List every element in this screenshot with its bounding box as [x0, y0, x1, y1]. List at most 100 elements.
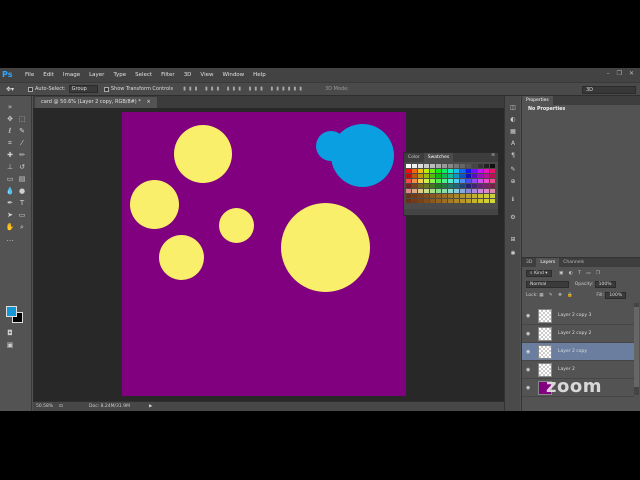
visibility-eye-icon[interactable]: ◉ [526, 367, 532, 373]
layers-scrollbar-thumb[interactable] [634, 307, 639, 387]
clone-stamp-tool-icon[interactable]: ⊥ [4, 162, 16, 172]
pen-tool-icon[interactable]: ✒ [4, 198, 16, 208]
quick-mask-icon[interactable]: ◘ [4, 328, 16, 338]
layer-row[interactable]: ◉ Layer 2 copy 2 [522, 325, 634, 343]
zoom-tool-icon[interactable]: ⌕ [16, 222, 28, 232]
tab-color[interactable]: Color [404, 153, 424, 162]
document-canvas[interactable] [122, 112, 406, 396]
opacity-field[interactable]: 100% [594, 281, 616, 288]
auto-select-dropdown[interactable]: Group [68, 85, 98, 93]
options-bar: ✥▾ Auto-Select: Group Show Transform Con… [0, 82, 640, 96]
document-tab[interactable]: card @ 50.6% (Layer 2 copy, RGB/8#) * × [35, 97, 157, 108]
menu-file[interactable]: File [25, 72, 34, 78]
yellow-circle[interactable] [130, 180, 179, 229]
brush-tool-icon[interactable]: ✏ [16, 150, 28, 160]
healing-tool-icon[interactable]: ✚ [4, 150, 16, 160]
zoom-watermark: zoom [546, 376, 602, 397]
collapse-icon[interactable]: » [4, 102, 16, 112]
foreground-color-swatch[interactable] [6, 306, 17, 317]
dodge-tool-icon[interactable]: ● [16, 186, 28, 196]
gradient-tool-icon[interactable]: ▤ [16, 174, 28, 184]
timeline-panel-icon[interactable]: ⊞ [508, 236, 518, 244]
visibility-eye-icon[interactable]: ◉ [526, 331, 532, 337]
document-tab-bar: card @ 50.6% (Layer 2 copy, RGB/8#) * × [33, 96, 520, 108]
yellow-circle[interactable] [174, 125, 232, 183]
edit-toolbar-icon[interactable]: … [4, 234, 16, 244]
layer-row[interactable]: ◉ Layer 2 copy 3 [522, 307, 634, 325]
menu-edit[interactable]: Edit [43, 72, 54, 78]
close-icon[interactable]: ✕ [629, 70, 634, 77]
hand-tool-icon[interactable]: ✋ [4, 222, 16, 232]
workspace-dropdown[interactable]: 3D [582, 86, 636, 94]
type-tool-icon[interactable]: T [16, 198, 28, 208]
menu-window[interactable]: Window [222, 72, 244, 78]
brush-panel-icon[interactable]: ✎ [508, 166, 518, 174]
tab-3d[interactable]: 3D [522, 258, 536, 267]
auto-select-checkbox[interactable] [28, 86, 33, 92]
blur-tool-icon[interactable]: 💧 [4, 186, 16, 196]
lock-label: Lock: [526, 293, 538, 298]
tool-presets-panel-icon[interactable]: ⚙ [508, 214, 518, 222]
blend-mode-dropdown[interactable]: Normal [526, 281, 570, 288]
filter-icons[interactable]: ▣ ◐ T ▭ ❐ [559, 271, 602, 276]
layer-name: Layer 2 copy 3 [558, 313, 592, 318]
history-panel-icon[interactable]: ◫ [508, 104, 518, 112]
shape-tool-icon[interactable]: ▭ [16, 210, 28, 220]
menu-view[interactable]: View [200, 72, 213, 78]
menu-image[interactable]: Image [63, 72, 80, 78]
menu-help[interactable]: Help [253, 72, 266, 78]
swatch-cell[interactable] [490, 199, 496, 204]
adjustments-panel-icon[interactable]: ◐ [508, 116, 518, 124]
show-transform-checkbox[interactable] [103, 86, 109, 92]
restore-icon[interactable]: ❐ [617, 70, 622, 77]
tab-layers[interactable]: Layers [536, 258, 560, 267]
crop-tool-icon[interactable]: ⌗ [4, 138, 16, 148]
lasso-tool-icon[interactable]: ℓ [4, 126, 16, 136]
tab-properties[interactable]: Properties [522, 96, 553, 105]
minimize-icon[interactable]: – [607, 70, 610, 77]
zoom-level[interactable]: 50.58% [36, 402, 53, 411]
visibility-eye-icon[interactable]: ◉ [526, 385, 532, 391]
paragraph-panel-icon[interactable]: ¶ [508, 152, 518, 160]
notes-panel-icon[interactable]: ✱ [508, 250, 518, 258]
character-panel-icon[interactable]: A [508, 140, 518, 148]
move-tool-preset-icon[interactable]: ✥▾ [6, 86, 22, 93]
menu-type[interactable]: Type [113, 72, 126, 78]
menu-filter[interactable]: Filter [161, 72, 175, 78]
menu-layer[interactable]: Layer [89, 72, 104, 78]
history-brush-tool-icon[interactable]: ↺ [16, 162, 28, 172]
close-tab-icon[interactable]: × [146, 99, 150, 105]
layers-scrollbar[interactable] [634, 303, 639, 395]
visibility-eye-icon[interactable]: ◉ [526, 349, 532, 355]
info-panel-icon[interactable]: ℹ [508, 196, 518, 204]
eraser-tool-icon[interactable]: ▭ [4, 174, 16, 184]
menu-3d[interactable]: 3D [184, 72, 192, 78]
status-menu-icon[interactable]: ▶ [149, 402, 152, 411]
panel-menu-icon[interactable]: ≡ [491, 153, 498, 162]
yellow-circle[interactable] [219, 208, 254, 243]
lock-row: Lock: ▦ ✎ ✥ 🔒 Fill: 100% [526, 292, 627, 299]
tab-swatches[interactable]: Swatches [423, 153, 454, 162]
blue-circle[interactable] [331, 124, 394, 187]
marquee-tool-icon[interactable]: ⬚ [16, 114, 28, 124]
align-icons[interactable]: ▮▮▮ ▮▮▮ ▮▮▮ ▮▮▮ ▮▮▮▮▮▮ [183, 86, 305, 92]
layer-row-selected[interactable]: ◉ Layer 2 copy [522, 343, 634, 361]
layer-filter-dropdown[interactable]: ⌕ Kind ▾ [526, 270, 552, 277]
show-transform-label: Show Transform Controls [110, 86, 174, 92]
visibility-eye-icon[interactable]: ◉ [526, 313, 532, 319]
path-select-tool-icon[interactable]: ➤ [4, 210, 16, 220]
yellow-circle[interactable] [159, 235, 204, 280]
move-tool-icon[interactable]: ✥ [4, 114, 16, 124]
quick-select-tool-icon[interactable]: ✎ [16, 126, 28, 136]
opacity-label: Opacity: [574, 282, 594, 287]
screen-mode-icon[interactable]: ▣ [4, 340, 16, 350]
eyedropper-tool-icon[interactable]: ⁄ [16, 138, 28, 148]
menu-select[interactable]: Select [135, 72, 152, 78]
styles-panel-icon[interactable]: ▦ [508, 128, 518, 136]
lock-icons[interactable]: ▦ ✎ ✥ 🔒 [539, 293, 575, 298]
clone-source-panel-icon[interactable]: ⊕ [508, 178, 518, 186]
tab-channels[interactable]: Channels [559, 258, 588, 267]
fill-field[interactable]: 100% [605, 292, 627, 299]
yellow-circle[interactable] [281, 203, 370, 292]
layer-thumbnail [538, 327, 552, 341]
